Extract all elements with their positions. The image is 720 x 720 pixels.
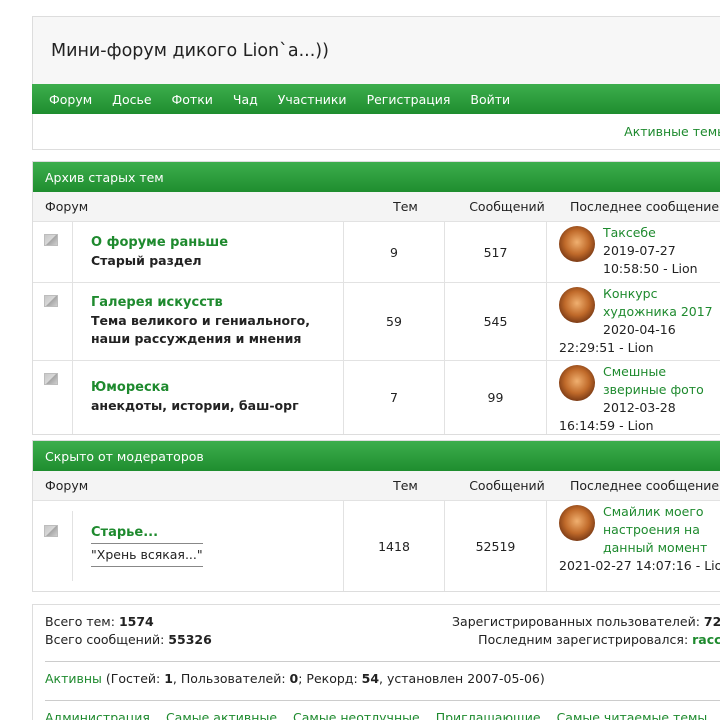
active-topics-link[interactable]: Активные темы: [624, 124, 720, 139]
category-archive: Архив старых тем Форум Тем Сообщений Пос…: [32, 161, 720, 435]
nav-login[interactable]: Войти: [460, 92, 520, 107]
forum-posts-count: 52519: [444, 501, 546, 591]
avatar[interactable]: [559, 226, 595, 262]
footer-link-admins[interactable]: Администрация: [45, 709, 150, 720]
column-headers: Форум Тем Сообщений Последнее сообщение: [33, 192, 720, 222]
footer-links: Администрация Самые активные Самые неотл…: [45, 709, 720, 720]
last-post-link[interactable]: Таксебе: [603, 225, 656, 240]
forum-topics-count: 1418: [343, 501, 444, 591]
registered-users: Зарегистрированных пользователей: 728: [452, 614, 720, 629]
last-registered-user-link[interactable]: racca: [692, 632, 720, 647]
forum-status-icon: [44, 373, 58, 385]
total-posts: Всего сообщений: 55326: [45, 632, 212, 647]
forum-status-icon: [44, 234, 58, 246]
nav-dossier[interactable]: Досье: [102, 92, 161, 107]
forum-page: Мини-форум дикого Lion`a...)) Форум Дось…: [32, 16, 720, 720]
forum-posts-count: 517: [444, 222, 546, 282]
online-users: Активны (Гостей: 1, Пользователей: 0; Ре…: [45, 671, 545, 686]
forum-title[interactable]: Юмореска: [91, 380, 343, 395]
last-post: Таксебе 2019-07-27 10:58:50 - Lion: [546, 222, 720, 282]
forum-topics-count: 59: [343, 283, 444, 360]
forum-row: О форуме раньше Старый раздел 9 517 Такс…: [33, 222, 720, 283]
last-post-link[interactable]: Конкурс художника 2017: [603, 286, 713, 319]
last-post: Смешные звериные фото 2012-03-28 16:14:5…: [546, 361, 720, 434]
divider: [45, 700, 720, 701]
forum-description: "Хрень всякая...": [91, 543, 203, 567]
col-topics: Тем: [393, 199, 418, 214]
total-topics: Всего тем: 1574: [45, 614, 154, 629]
forum-description: анекдоты, истории, баш-орг: [91, 398, 299, 413]
forum-posts-count: 99: [444, 361, 546, 434]
category-title[interactable]: Архив старых тем: [33, 162, 720, 192]
site-header: Мини-форум дикого Lion`a...)): [32, 16, 720, 84]
footer-link-most-active[interactable]: Самые активные: [166, 709, 277, 720]
forum-row: Старье... "Хрень всякая..." 1418 52519 С…: [33, 501, 720, 591]
col-topics: Тем: [393, 478, 418, 493]
online-link[interactable]: Активны: [45, 671, 102, 686]
col-posts: Сообщений: [469, 199, 545, 214]
nav-members[interactable]: Участники: [268, 92, 357, 107]
avatar[interactable]: [559, 287, 595, 323]
avatar[interactable]: [559, 505, 595, 541]
nav-chat[interactable]: Чад: [223, 92, 268, 107]
site-title[interactable]: Мини-форум дикого Lion`a...)): [51, 41, 329, 61]
forum-description: Старый раздел: [91, 252, 202, 268]
last-post-link[interactable]: Смешные звериные фото: [603, 364, 704, 397]
last-post: Смайлик моего настроения на данный момен…: [546, 501, 720, 591]
nav-register[interactable]: Регистрация: [357, 92, 461, 107]
main-nav: Форум Досье Фотки Чад Участники Регистра…: [32, 84, 720, 114]
avatar[interactable]: [559, 365, 595, 401]
forum-description: Тема великого и гениального, наши рассуж…: [91, 313, 310, 346]
last-post-link[interactable]: Смайлик моего настроения на данный момен…: [603, 504, 707, 555]
last-registered: Последним зарегистрировался: racca: [478, 631, 720, 649]
top-bar: Активные темы: [32, 114, 720, 150]
col-forum: Форум: [45, 199, 89, 214]
forum-row: Галерея искусств Тема великого и гениаль…: [33, 283, 720, 361]
column-headers: Форум Тем Сообщений Последнее сообщение: [33, 471, 720, 501]
footer-link-most-read[interactable]: Самые читаемые темы: [557, 709, 708, 720]
footer-link-most-online[interactable]: Самые неотлучные: [293, 709, 420, 720]
forum-topics-count: 7: [343, 361, 444, 434]
forum-status-icon: [44, 295, 58, 307]
forum-title[interactable]: Галерея искусств: [91, 295, 343, 310]
forum-stats: Всего тем: 1574 Зарегистрированных польз…: [32, 604, 720, 720]
last-post-meta: 2020-04-16 22:29:51 - Lion: [559, 322, 676, 355]
col-last-post: Последнее сообщение: [570, 477, 720, 493]
last-post-meta: 2021-02-27 14:07:16 - Lion: [559, 558, 720, 573]
col-posts: Сообщений: [469, 478, 545, 493]
last-post-meta: 2019-07-27 10:58:50 - Lion: [603, 243, 698, 276]
footer-link-inviters[interactable]: Приглашающие: [436, 709, 541, 720]
col-last-post: Последнее сообщение: [570, 198, 720, 214]
col-forum: Форум: [45, 478, 89, 493]
nav-forum[interactable]: Форум: [39, 92, 102, 107]
forum-title[interactable]: О форуме раньше: [91, 235, 343, 250]
forum-topics-count: 9: [343, 222, 444, 282]
forum-title[interactable]: Старье...: [91, 525, 343, 540]
nav-photos[interactable]: Фотки: [162, 92, 223, 107]
forum-status-icon: [44, 525, 58, 537]
category-hidden: Скрыто от модераторов Форум Тем Сообщени…: [32, 440, 720, 592]
category-title[interactable]: Скрыто от модераторов: [33, 441, 720, 471]
forum-row: Юмореска анекдоты, истории, баш-орг 7 99…: [33, 361, 720, 434]
last-post-meta: 2012-03-28 16:14:59 - Lion: [559, 400, 676, 433]
forum-posts-count: 545: [444, 283, 546, 360]
divider: [45, 661, 720, 662]
last-post: Конкурс художника 2017 2020-04-16 22:29:…: [546, 283, 720, 360]
